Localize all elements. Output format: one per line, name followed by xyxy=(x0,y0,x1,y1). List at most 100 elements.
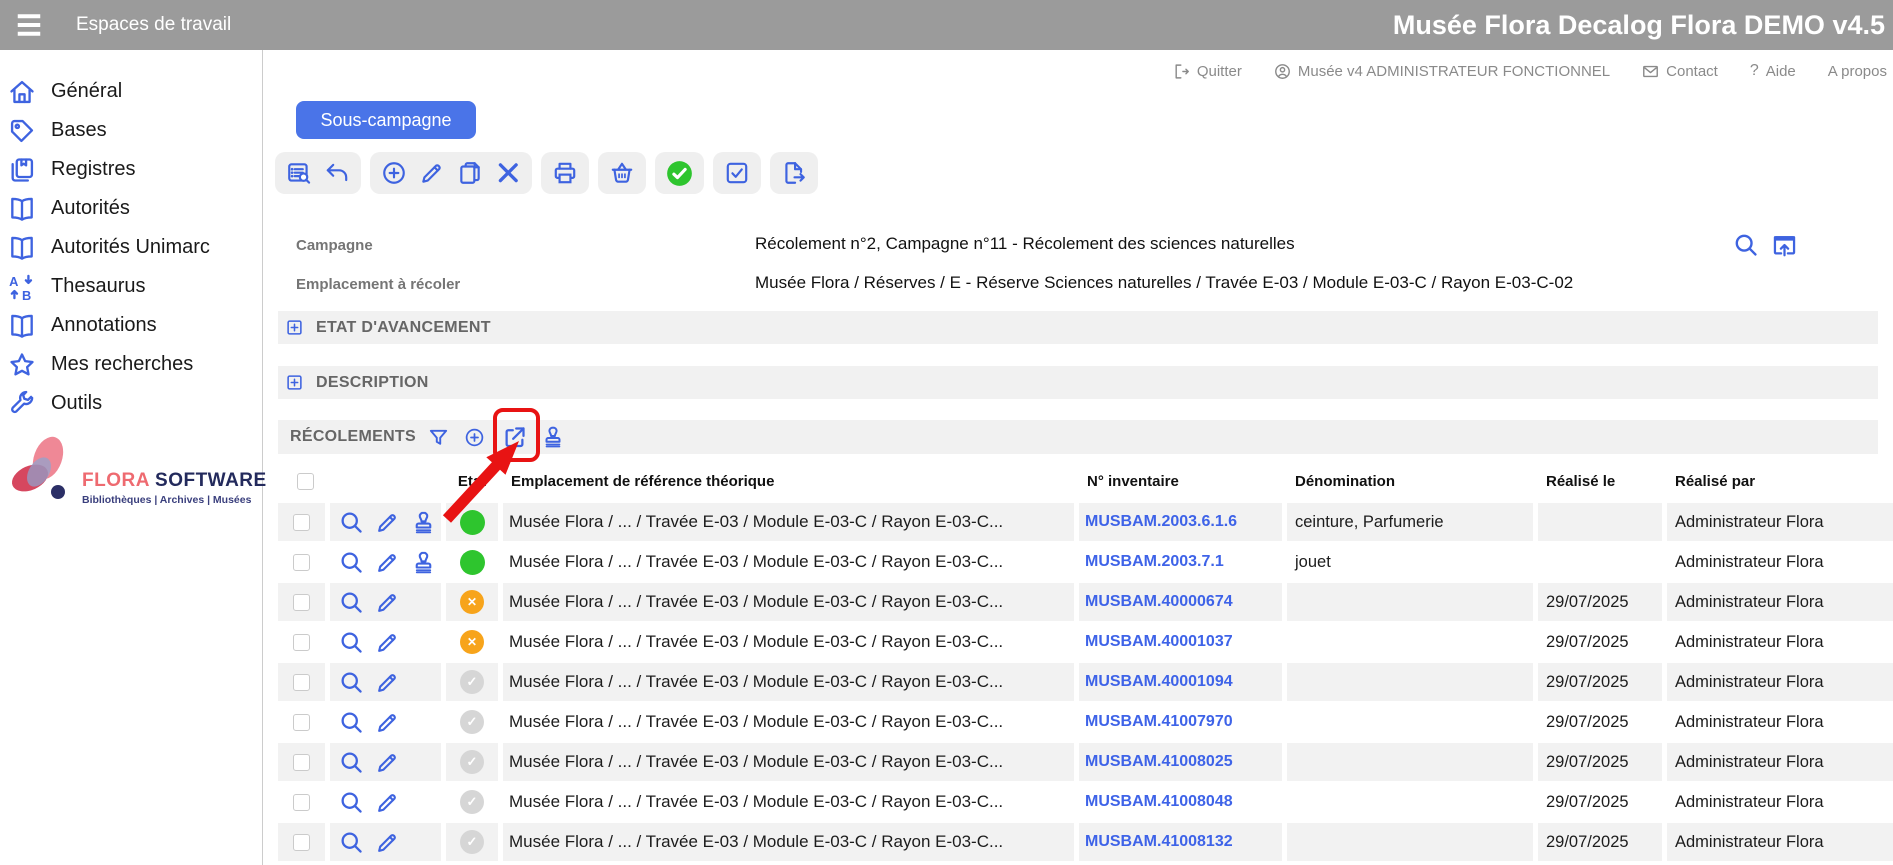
denomination-cell: ceinture, Parfumerie xyxy=(1287,503,1533,541)
inventory-link[interactable]: MUSBAM.40000674 xyxy=(1085,593,1233,611)
edit-icon[interactable] xyxy=(375,550,400,575)
realise-le-cell: 29/07/2025 xyxy=(1538,623,1662,661)
question-icon: ? xyxy=(1750,62,1759,80)
select-all-cell xyxy=(278,473,325,490)
row-checkbox-cell xyxy=(278,783,325,821)
expand-icon[interactable] xyxy=(286,374,303,391)
edit-icon[interactable] xyxy=(375,590,400,615)
check-square-icon[interactable] xyxy=(724,160,750,186)
tab-sous-campagne[interactable]: Sous-campagne xyxy=(296,101,476,139)
row-checkbox[interactable] xyxy=(293,714,310,731)
sidebar-item-autorites[interactable]: Autorités xyxy=(0,189,262,228)
quitter-link[interactable]: Quitter xyxy=(1173,63,1242,80)
emplacement-cell: Musée Flora / ... / Travée E-03 / Module… xyxy=(503,743,1074,781)
svg-text:A: A xyxy=(9,273,18,288)
toolbar-group-export xyxy=(770,152,818,194)
status-cell: ✓ xyxy=(446,703,498,741)
filter-icon[interactable] xyxy=(427,426,450,449)
view-icon[interactable] xyxy=(339,830,364,855)
add-recolement-icon[interactable] xyxy=(464,427,485,448)
select-all-checkbox[interactable] xyxy=(297,473,314,490)
copy-icon[interactable] xyxy=(457,160,483,186)
delete-icon[interactable] xyxy=(495,160,521,186)
status-cell xyxy=(446,543,498,581)
row-checkbox-cell xyxy=(278,743,325,781)
view-icon[interactable] xyxy=(339,710,364,735)
expand-icon[interactable] xyxy=(286,319,303,336)
header-realise-le: Réalisé le xyxy=(1538,473,1662,490)
row-checkbox[interactable] xyxy=(293,754,310,771)
view-icon[interactable] xyxy=(339,630,364,655)
inventory-link[interactable]: MUSBAM.40001037 xyxy=(1085,633,1233,651)
edit-icon[interactable] xyxy=(375,790,400,815)
list-search-icon[interactable] xyxy=(286,160,312,186)
inventory-link[interactable]: MUSBAM.41007970 xyxy=(1085,713,1233,731)
realise-par-cell: Administrateur Flora xyxy=(1667,783,1893,821)
table-header: Etat Emplacement de référence théorique … xyxy=(278,463,1893,499)
edit-icon[interactable] xyxy=(375,510,400,535)
emplacement-cell: Musée Flora / ... / Travée E-03 / Module… xyxy=(503,543,1074,581)
contact-link[interactable]: Contact xyxy=(1642,63,1718,80)
apropos-link[interactable]: A propos xyxy=(1828,63,1887,80)
table-row: ✓Musée Flora / ... / Travée E-03 / Modul… xyxy=(278,783,1893,821)
view-icon[interactable] xyxy=(339,550,364,575)
sidebar-item-autorites-unimarc[interactable]: Autorités Unimarc xyxy=(0,228,262,267)
row-checkbox[interactable] xyxy=(293,514,310,531)
edit-icon[interactable] xyxy=(375,750,400,775)
table-row: Musée Flora / ... / Travée E-03 / Module… xyxy=(278,503,1893,541)
app-title: Musée Flora Decalog Flora DEMO v4.5 xyxy=(1393,0,1885,50)
realise-par-cell: Administrateur Flora xyxy=(1667,543,1893,581)
user-menu[interactable]: Musée v4 ADMINISTRATEUR FONCTIONNEL xyxy=(1274,63,1610,80)
book-icon xyxy=(8,195,36,223)
undo-icon[interactable] xyxy=(324,160,350,186)
stamp-icon[interactable] xyxy=(541,425,565,449)
search-icon[interactable] xyxy=(1733,232,1759,258)
window-upload-icon[interactable] xyxy=(1771,231,1798,258)
inventory-link[interactable]: MUSBAM.2003.7.1 xyxy=(1085,553,1224,571)
view-icon[interactable] xyxy=(339,510,364,535)
stamp-icon[interactable] xyxy=(411,550,436,575)
row-checkbox[interactable] xyxy=(293,674,310,691)
inventory-link[interactable]: MUSBAM.41008025 xyxy=(1085,753,1233,771)
edit-icon[interactable] xyxy=(375,710,400,735)
sidebar-item-general[interactable]: Général xyxy=(0,72,262,111)
inventory-link[interactable]: MUSBAM.40001094 xyxy=(1085,673,1233,691)
row-checkbox[interactable] xyxy=(293,594,310,611)
app-window: Espaces de travail Musée Flora Decalog F… xyxy=(0,0,1893,865)
inventory-link[interactable]: MUSBAM.2003.6.1.6 xyxy=(1085,513,1237,531)
view-icon[interactable] xyxy=(339,750,364,775)
export-icon[interactable] xyxy=(781,160,807,186)
star-icon xyxy=(8,351,36,379)
realise-le-cell: 29/07/2025 xyxy=(1538,663,1662,701)
table-row: ✕Musée Flora / ... / Travée E-03 / Modul… xyxy=(278,583,1893,621)
validate-icon[interactable] xyxy=(666,160,693,187)
sidebar-item-mes-recherches[interactable]: Mes recherches xyxy=(0,345,262,384)
inventory-link[interactable]: MUSBAM.41008048 xyxy=(1085,793,1233,811)
edit-icon[interactable] xyxy=(375,830,400,855)
row-checkbox-cell xyxy=(278,703,325,741)
sidebar-item-registres[interactable]: Registres xyxy=(0,150,262,189)
sidebar-item-outils[interactable]: Outils xyxy=(0,384,262,423)
sidebar-item-bases[interactable]: Bases xyxy=(0,111,262,150)
open-external-icon[interactable] xyxy=(501,424,528,451)
book-icon xyxy=(8,312,36,340)
edit-icon[interactable] xyxy=(375,630,400,655)
view-icon[interactable] xyxy=(339,590,364,615)
sidebar-item-thesaurus[interactable]: ABThesaurus xyxy=(0,267,262,306)
menu-icon[interactable] xyxy=(9,10,49,40)
view-icon[interactable] xyxy=(339,670,364,695)
view-icon[interactable] xyxy=(339,790,364,815)
edit-icon[interactable] xyxy=(375,670,400,695)
row-checkbox[interactable] xyxy=(293,794,310,811)
edit-icon[interactable] xyxy=(419,160,445,186)
sidebar-item-annotations[interactable]: Annotations xyxy=(0,306,262,345)
inventory-link[interactable]: MUSBAM.41008132 xyxy=(1085,833,1233,851)
print-icon[interactable] xyxy=(552,160,578,186)
basket-icon[interactable] xyxy=(609,160,635,186)
row-checkbox[interactable] xyxy=(293,554,310,571)
add-icon[interactable] xyxy=(381,160,407,186)
row-checkbox[interactable] xyxy=(293,634,310,651)
aide-link[interactable]: ?Aide xyxy=(1750,62,1796,80)
stamp-icon[interactable] xyxy=(411,510,436,535)
row-checkbox[interactable] xyxy=(293,834,310,851)
